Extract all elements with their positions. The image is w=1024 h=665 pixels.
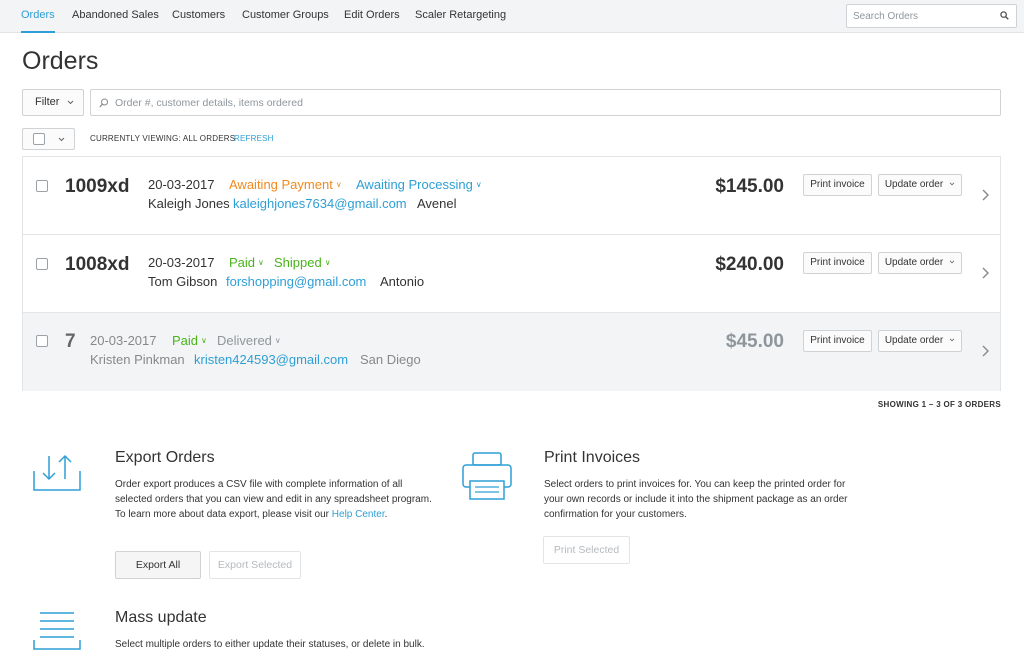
chevron-right-icon[interactable]: [982, 345, 989, 357]
order-number: 7: [65, 331, 76, 352]
fulfillment-status-dropdown[interactable]: Shipped ∨: [274, 255, 331, 270]
mass-update-description: Select multiple orders to either update …: [115, 639, 425, 650]
update-order-label: Update order: [884, 257, 944, 268]
fulfillment-status-label: Delivered: [217, 333, 272, 348]
fulfillment-status-dropdown[interactable]: Delivered ∨: [217, 333, 281, 348]
select-all-checkbox[interactable]: [33, 133, 45, 145]
list-icon: [33, 612, 81, 650]
chevron-down-icon: [949, 182, 955, 186]
search-icon[interactable]: [1000, 11, 1009, 20]
payment-status-dropdown[interactable]: Awaiting Payment ∨: [229, 177, 342, 192]
orders-list: 1009xd 20-03-2017 Awaiting Payment ∨ Awai…: [22, 156, 1001, 391]
print-invoice-button[interactable]: Print invoice: [803, 252, 872, 274]
payment-status-label: Awaiting Payment: [229, 177, 333, 192]
export-icon: [33, 454, 81, 491]
order-filter-input[interactable]: [115, 90, 975, 115]
tab-customer-groups[interactable]: Customer Groups: [242, 0, 329, 33]
fulfillment-status-dropdown[interactable]: Awaiting Processing ∨: [356, 177, 482, 192]
chevron-down-icon: [949, 260, 955, 264]
print-invoices-title: Print Invoices: [544, 449, 641, 466]
refresh-link[interactable]: REFRESH: [234, 134, 274, 143]
print-invoice-button[interactable]: Print invoice: [803, 330, 872, 352]
chevron-down-icon: ∨: [335, 180, 342, 189]
export-orders-description: Order export produces a CSV file with co…: [115, 477, 435, 522]
tab-orders[interactable]: Orders: [21, 0, 55, 33]
payment-status-label: Paid: [172, 333, 199, 348]
order-checkbox[interactable]: [36, 258, 48, 270]
print-invoices-description: Select orders to print invoices for. You…: [544, 479, 848, 520]
customer-name: Tom Gibson: [148, 274, 218, 289]
export-description-end: .: [384, 509, 388, 520]
help-center-link[interactable]: Help Center: [332, 509, 385, 520]
order-number: 1008xd: [65, 254, 130, 275]
print-invoice-button[interactable]: Print invoice: [803, 174, 872, 196]
chevron-right-icon[interactable]: [982, 189, 989, 201]
update-order-button[interactable]: Update order: [878, 330, 962, 352]
payment-status-dropdown[interactable]: Paid ∨: [229, 255, 264, 270]
customer-city: Avenel: [417, 196, 457, 211]
fulfillment-status-label: Shipped: [274, 255, 322, 270]
payment-status-dropdown[interactable]: Paid ∨: [172, 333, 207, 348]
order-filter-field: [90, 89, 1001, 116]
currently-viewing-label: CURRENTLY VIEWING: ALL ORDERS: [90, 134, 236, 143]
chevron-down-icon: ∨: [258, 258, 264, 267]
export-selected-button[interactable]: Export Selected: [209, 551, 301, 579]
export-all-button[interactable]: Export All: [115, 551, 201, 579]
update-order-button[interactable]: Update order: [878, 174, 962, 196]
customer-email-link[interactable]: kaleighjones7634@gmail.com: [233, 196, 407, 211]
chevron-down-icon: ∨: [274, 336, 281, 345]
chevron-down-icon: [67, 100, 74, 105]
order-date: 20-03-2017: [148, 255, 215, 270]
customer-name: Kaleigh Jones: [148, 196, 230, 211]
top-navigation: Orders Abandoned Sales Customers Custome…: [0, 0, 1024, 33]
chevron-down-icon: ∨: [475, 180, 482, 189]
order-checkbox[interactable]: [36, 180, 48, 192]
chevron-right-icon[interactable]: [982, 267, 989, 279]
customer-name: Kristen Pinkman: [90, 352, 185, 367]
customer-email-link[interactable]: kristen424593@gmail.com: [194, 352, 348, 367]
mass-update-title: Mass update: [115, 609, 207, 626]
order-total: $145.00: [715, 176, 784, 197]
search-orders-input[interactable]: [847, 5, 995, 27]
order-row[interactable]: 1009xd 20-03-2017 Awaiting Payment ∨ Awai…: [23, 157, 1000, 235]
customer-email-link[interactable]: forshopping@gmail.com: [226, 274, 366, 289]
update-order-label: Update order: [884, 335, 944, 346]
chevron-down-icon: ∨: [324, 258, 331, 267]
tab-edit-orders[interactable]: Edit Orders: [344, 0, 400, 33]
order-row[interactable]: 1008xd 20-03-2017 Paid ∨ Shipped ∨ Tom Gib…: [23, 235, 1000, 313]
chevron-down-icon: [58, 137, 65, 142]
page-title: Orders: [22, 47, 99, 75]
search-orders-box: [846, 4, 1017, 28]
order-number: 1009xd: [65, 176, 130, 197]
order-total: $240.00: [715, 254, 784, 275]
order-date: 20-03-2017: [90, 333, 157, 348]
order-row[interactable]: 7 20-03-2017 Paid ∨ Delivered ∨ Kristen Pi…: [23, 313, 1000, 391]
filter-button[interactable]: Filter: [22, 89, 84, 116]
update-order-label: Update order: [884, 179, 944, 190]
pagination-summary: SHOWING 1 – 3 OF 3 ORDERS: [877, 400, 1001, 409]
chevron-down-icon: ∨: [201, 336, 207, 345]
payment-status-label: Paid: [229, 255, 256, 270]
tab-abandoned-sales[interactable]: Abandoned Sales: [72, 0, 159, 33]
select-all-dropdown[interactable]: [22, 128, 75, 150]
fulfillment-status-label: Awaiting Processing: [356, 177, 473, 192]
customer-city: Antonio: [380, 274, 425, 289]
printer-icon: [462, 452, 512, 500]
chevron-down-icon: [949, 338, 955, 342]
filter-button-label: Filter: [35, 96, 60, 108]
order-total: $45.00: [725, 331, 784, 352]
tab-customers[interactable]: Customers: [172, 0, 225, 33]
search-icon: [99, 98, 108, 108]
customer-city: San Diego: [360, 352, 421, 367]
order-checkbox[interactable]: [36, 335, 48, 347]
update-order-button[interactable]: Update order: [878, 252, 962, 274]
order-date: 20-03-2017: [148, 177, 215, 192]
export-orders-title: Export Orders: [115, 449, 215, 466]
print-selected-button[interactable]: Print Selected: [543, 536, 630, 564]
tab-scaler-retargeting[interactable]: Scaler Retargeting: [415, 0, 506, 33]
